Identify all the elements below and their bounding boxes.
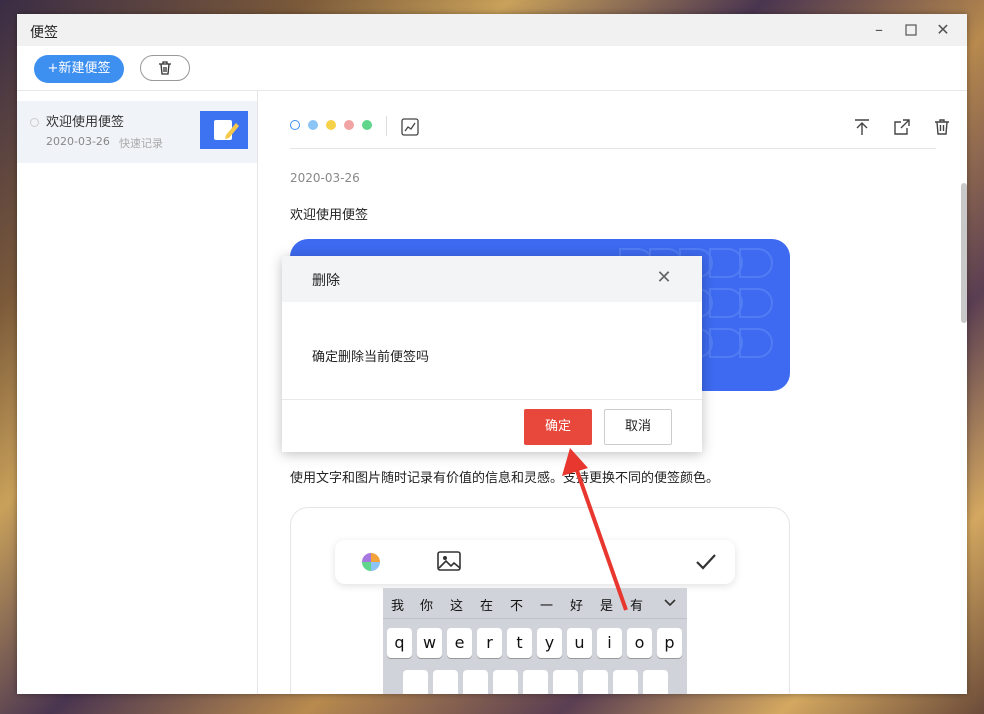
key: [643, 670, 668, 694]
scrollbar[interactable]: [961, 183, 967, 323]
close-icon[interactable]: ✕: [654, 268, 674, 288]
toolbar: +新建便签: [17, 46, 967, 91]
key: i: [597, 628, 622, 658]
key: w: [417, 628, 442, 658]
chart-icon[interactable]: [401, 118, 419, 136]
candidate-word: 我: [391, 599, 405, 614]
trash-icon: [159, 61, 171, 75]
candidate-word: 一: [540, 599, 554, 614]
key: [463, 670, 488, 694]
candidate-word: 在: [480, 599, 494, 614]
delete-icon[interactable]: [933, 118, 951, 136]
color-swatch-yellow[interactable]: [326, 120, 336, 130]
key: [613, 670, 638, 694]
key: p: [657, 628, 682, 658]
color-swatch-light-blue[interactable]: [308, 120, 318, 130]
note-item-title: 欢迎使用便签: [46, 115, 125, 130]
candidate-word: 不: [510, 599, 524, 614]
image-icon: [437, 551, 461, 571]
candidate-word: 你: [420, 599, 434, 614]
check-icon: [696, 554, 716, 570]
dialog-divider: [282, 399, 702, 400]
note-title: 欢迎使用便签: [290, 208, 369, 223]
color-swatch-green[interactable]: [362, 120, 372, 130]
pin-top-icon[interactable]: [853, 118, 871, 136]
minimize-icon[interactable]: –: [868, 19, 890, 41]
color-swatch-pink[interactable]: [344, 120, 354, 130]
keyboard-graphic: 我 你 这 在 不 一 好 是 有 q w e r t y u i o p: [383, 588, 687, 694]
note-item-tag: 快速记录: [119, 137, 163, 150]
key: e: [447, 628, 472, 658]
candidate-word: 这: [450, 599, 464, 614]
key: [493, 670, 518, 694]
note-item-date: 2020-03-26: [46, 135, 110, 148]
note-thumbnail: [200, 111, 248, 149]
new-note-button[interactable]: +新建便签: [34, 55, 124, 83]
key: [553, 670, 578, 694]
chevron-down-icon: [664, 599, 676, 607]
key: [583, 670, 608, 694]
trash-button[interactable]: [140, 55, 190, 81]
note-edit-icon: [214, 120, 239, 140]
window-title: 便签: [30, 25, 58, 41]
header-divider: [290, 148, 936, 149]
dialog-message: 确定删除当前便签吗: [312, 350, 430, 365]
key: y: [537, 628, 562, 658]
annotation-arrow: [562, 448, 628, 611]
candidate-bar: 我 你 这 在 不 一 好 是 有: [383, 588, 687, 619]
keyboard-illustration: 我 你 这 在 不 一 好 是 有 q w e r t y u i o p: [290, 507, 790, 694]
key: t: [507, 628, 532, 658]
toolbar-divider: [386, 116, 387, 136]
watermark-text: 861PPT: [818, 662, 920, 690]
color-swatch-blue-outline[interactable]: [290, 120, 300, 130]
note-list: 欢迎使用便签 2020-03-26 快速记录: [17, 91, 258, 694]
key: [433, 670, 458, 694]
key: r: [477, 628, 502, 658]
note-body-text: 使用文字和图片随时记录有价值的信息和灵感。支持更换不同的便签颜色。: [290, 471, 720, 486]
delete-dialog: 删除 ✕ 确定删除当前便签吗 确定 取消: [282, 256, 702, 452]
dialog-header: 删除 ✕: [282, 256, 702, 302]
list-item[interactable]: 欢迎使用便签 2020-03-26 快速记录: [17, 101, 257, 163]
key: o: [627, 628, 652, 658]
share-icon[interactable]: [893, 118, 911, 136]
palette-pie-icon: [362, 553, 380, 571]
key: u: [567, 628, 592, 658]
key: [523, 670, 548, 694]
editor-toolbar-illustration: [335, 540, 735, 584]
key: q: [387, 628, 412, 658]
dialog-title: 删除: [312, 273, 340, 289]
title-bar: 便签 – ✕: [17, 14, 967, 46]
close-window-icon[interactable]: ✕: [932, 19, 954, 41]
note-date: 2020-03-26: [290, 171, 360, 185]
note-color-dot: [30, 118, 39, 127]
key: [403, 670, 428, 694]
maximize-icon[interactable]: [900, 19, 922, 41]
